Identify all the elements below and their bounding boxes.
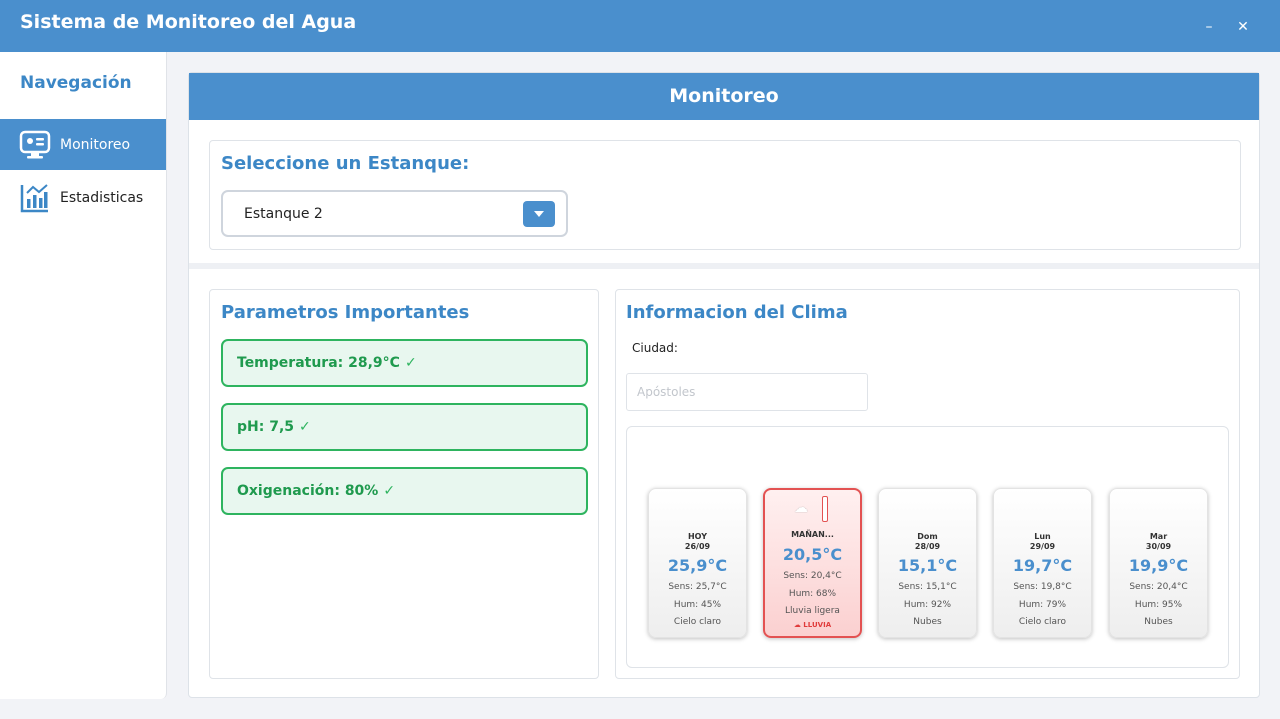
day-desc: Nubes [913,617,942,627]
day-temp: 19,9°C [1128,556,1189,575]
day-desc: Lluvia ligera [785,606,840,616]
day-feels: Sens: 19,8°C [1013,582,1072,592]
day-name: HOY [687,532,707,541]
weather-card: Informacion del Clima Ciudad: HOY 26/09 … [615,289,1240,679]
day-date: 29/09 [1029,542,1056,551]
check-icon: ✓ [404,355,417,371]
day-date: 30/09 [1145,542,1172,551]
param-temperature: Temperatura: 28,9°C ✓ [221,339,588,387]
day-name: MAÑAN... [791,530,834,539]
day-desc: Nubes [1144,617,1173,627]
app-title: Sistema de Monitoreo del Agua [20,11,357,33]
pond-selector-title: Seleccione un Estanque: [221,153,470,174]
param-ph: pH: 7,5 ✓ [221,403,588,451]
param-label: Oxigenación: 80% [237,483,379,499]
sidebar: Navegación Monitoreo Estadisticas [0,52,167,699]
city-input[interactable] [626,373,868,411]
sidebar-item-monitoreo[interactable]: Monitoreo [0,119,166,170]
pond-select[interactable]: Estanque 2 [221,190,568,237]
monitor-icon [19,129,51,161]
rain-indicator-icon [822,496,828,522]
chart-icon [19,182,51,214]
day-desc: Cielo claro [1018,617,1067,627]
params-card: Parametros Importantes Temperatura: 28,9… [209,289,599,679]
day-temp: 15,1°C [897,556,958,575]
day-humidity: Hum: 45% [673,600,722,610]
day-humidity: Hum: 95% [1134,600,1183,610]
chevron-down-icon[interactable] [523,201,555,227]
param-oxygen: Oxigenación: 80% ✓ [221,467,588,515]
sidebar-title: Navegación [20,73,132,93]
param-label: pH: 7,5 [237,419,295,435]
param-label: Temperatura: 28,9°C [237,355,400,371]
day-feels: Sens: 20,4°C [783,571,842,581]
title-bar: Sistema de Monitoreo del Agua – ✕ [0,0,1280,52]
day-feels: Sens: 15,1°C [898,582,957,592]
sidebar-item-estadisticas[interactable]: Estadisticas [0,172,166,223]
day-humidity: Hum: 92% [903,600,952,610]
day-temp: 19,7°C [1012,556,1073,575]
day-date: 28/09 [914,542,941,551]
forecast-day-card[interactable]: ☁ MAÑAN... 20,5°C Sens: 20,4°C Hum: 68% … [763,488,862,638]
forecast-day-card[interactable]: HOY 26/09 25,9°C Sens: 25,7°C Hum: 45% C… [648,488,747,638]
forecast-day-card[interactable]: Lun 29/09 19,7°C Sens: 19,8°C Hum: 79% C… [993,488,1092,638]
day-name: Dom [917,532,938,541]
rain-alert: ☁ LLUVIA [793,621,832,629]
day-temp: 25,9°C [667,556,728,575]
page-title: Monitoreo [189,73,1259,120]
city-label: Ciudad: [632,341,678,355]
check-icon: ✓ [383,483,396,499]
check-icon: ✓ [299,419,311,435]
pond-selector-card: Seleccione un Estanque: Estanque 2 [209,140,1241,250]
day-name: Lun [1034,532,1051,541]
params-title: Parametros Importantes [221,302,470,323]
close-button[interactable]: ✕ [1232,16,1254,38]
pond-select-value: Estanque 2 [244,206,323,222]
weather-title: Informacion del Clima [626,302,848,323]
day-name: Mar [1149,532,1168,541]
day-desc: Cielo claro [673,617,722,627]
sidebar-item-label: Estadisticas [60,189,144,206]
sidebar-item-label: Monitoreo [60,136,131,153]
day-date: 26/09 [684,542,711,551]
day-feels: Sens: 25,7°C [668,582,727,592]
forecast-panel: HOY 26/09 25,9°C Sens: 25,7°C Hum: 45% C… [626,426,1229,668]
minimize-button[interactable]: – [1198,16,1220,38]
cloud-icon: ☁ [794,500,808,516]
day-temp: 20,5°C [782,545,843,564]
forecast-day-card[interactable]: Mar 30/09 19,9°C Sens: 20,4°C Hum: 95% N… [1109,488,1208,638]
main-panel: Monitoreo Seleccione un Estanque: Estanq… [188,72,1260,698]
day-humidity: Hum: 79% [1018,600,1067,610]
section-divider [189,263,1259,269]
forecast-day-card[interactable]: Dom 28/09 15,1°C Sens: 15,1°C Hum: 92% N… [878,488,977,638]
day-humidity: Hum: 68% [788,589,837,599]
day-feels: Sens: 20,4°C [1129,582,1188,592]
